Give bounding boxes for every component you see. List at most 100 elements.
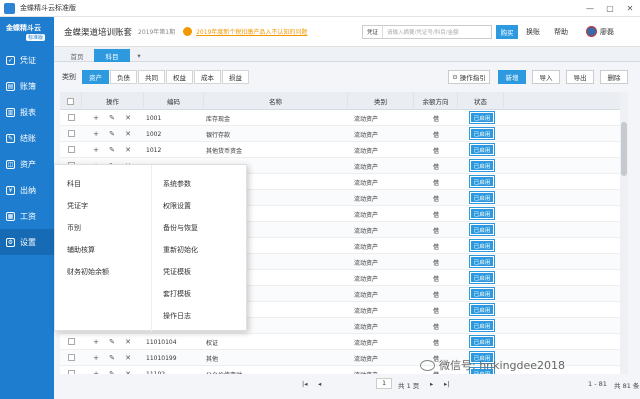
delete-icon[interactable]: ✕ xyxy=(122,350,134,366)
status-badge[interactable]: 已启用 xyxy=(469,143,495,156)
maximize-icon[interactable]: ▢ xyxy=(600,0,620,17)
close-icon[interactable]: ✕ xyxy=(620,0,640,17)
help-link[interactable]: 帮助 xyxy=(554,25,568,39)
scrollbar-thumb[interactable] xyxy=(621,122,627,176)
switch-account-link[interactable]: 换账 xyxy=(526,25,540,39)
status-badge[interactable]: 已启用 xyxy=(469,159,495,172)
menu-item-right-6[interactable]: 操作日志 xyxy=(163,311,191,321)
menu-item-left-0[interactable]: 科目 xyxy=(67,179,81,189)
status-badge[interactable]: 已启用 xyxy=(469,255,495,268)
menu-item-right-3[interactable]: 重新初始化 xyxy=(163,245,198,255)
status-badge[interactable]: 已启用 xyxy=(469,175,495,188)
edit-icon[interactable]: ✎ xyxy=(106,142,118,158)
menu-item-left-4[interactable]: 财务初始余额 xyxy=(67,267,109,277)
menu-item-right-4[interactable]: 凭证模板 xyxy=(163,267,191,277)
add-button[interactable]: 新增 xyxy=(498,70,526,84)
period-select[interactable]: 2019年第1期 xyxy=(138,27,175,36)
company-name[interactable]: 金蝶渠道培训账套 xyxy=(64,26,132,38)
delete-icon[interactable]: ✕ xyxy=(122,366,134,374)
first-page-icon[interactable]: |◂ xyxy=(302,380,307,388)
sidebar-item-asset[interactable]: ◫ 资产 xyxy=(0,151,54,177)
status-badge[interactable]: 已启用 xyxy=(469,127,495,140)
menu-item-left-2[interactable]: 币别 xyxy=(67,223,81,233)
col-header-code[interactable]: 编码 xyxy=(144,92,204,110)
menu-item-right-1[interactable]: 权限设置 xyxy=(163,201,191,211)
next-page-icon[interactable]: ▸ xyxy=(430,380,433,388)
status-badge[interactable]: 已启用 xyxy=(469,335,495,348)
col-header-direction[interactable]: 余额方向 xyxy=(414,92,458,110)
menu-item-left-3[interactable]: 辅助核算 xyxy=(67,245,95,255)
category-tab-1[interactable]: 负债 xyxy=(110,70,137,84)
row-checkbox[interactable] xyxy=(68,130,75,137)
edit-icon[interactable]: ✎ xyxy=(106,366,118,374)
status-badge[interactable]: 已启用 xyxy=(469,271,495,284)
sidebar-item-close-account[interactable]: ✎ 结账 xyxy=(0,125,54,151)
tabs-dropdown-icon[interactable]: ▾ xyxy=(134,49,144,62)
page-input[interactable]: 1 xyxy=(376,378,392,389)
user-name[interactable]: 廖磊 xyxy=(600,25,614,39)
row-checkbox[interactable] xyxy=(68,354,75,361)
category-tab-4[interactable]: 成本 xyxy=(194,70,221,84)
prev-page-icon[interactable]: ◂ xyxy=(318,380,321,388)
table-row[interactable]: + ✎ ✕ 1001 库存现金 流动资产 借 已启用 xyxy=(60,110,620,126)
add-row-icon[interactable]: + xyxy=(90,110,102,126)
edit-icon[interactable]: ✎ xyxy=(106,126,118,142)
sidebar-item-voucher[interactable]: ✓ 凭证 xyxy=(0,47,54,73)
avatar[interactable] xyxy=(586,26,597,37)
col-header-name[interactable]: 名称 xyxy=(204,92,348,110)
category-tab-2[interactable]: 共同 xyxy=(138,70,165,84)
status-badge[interactable]: 已启用 xyxy=(469,239,495,252)
delete-icon[interactable]: ✕ xyxy=(122,142,134,158)
notice-link[interactable]: 2019年度新个税扣缴产品入不认知的问题 xyxy=(196,27,307,36)
edit-icon[interactable]: ✎ xyxy=(106,334,118,350)
sidebar-item-ledger[interactable]: ▤ 账簿 xyxy=(0,73,54,99)
sidebar-item-cashier[interactable]: ¥ 出纳 xyxy=(0,177,54,203)
sidebar-item-salary[interactable]: ▦ 工资 xyxy=(0,203,54,229)
delete-button[interactable]: 删除 xyxy=(600,70,628,84)
menu-item-left-1[interactable]: 凭证字 xyxy=(67,201,88,211)
search-input[interactable]: 请输入摘要/凭证号/科目/金额 xyxy=(383,28,459,36)
sidebar-item-report[interactable]: ▥ 报表 xyxy=(0,99,54,125)
delete-icon[interactable]: ✕ xyxy=(122,334,134,350)
delete-icon[interactable]: ✕ xyxy=(122,126,134,142)
search-type-select[interactable]: 凭证 xyxy=(363,26,384,38)
status-badge[interactable]: 已启用 xyxy=(469,319,495,332)
menu-item-right-0[interactable]: 系统参数 xyxy=(163,179,191,189)
category-tab-0[interactable]: 资产 xyxy=(82,70,109,84)
select-all-checkbox[interactable] xyxy=(67,97,74,105)
add-row-icon[interactable]: + xyxy=(90,142,102,158)
category-tab-3[interactable]: 权益 xyxy=(166,70,193,84)
row-checkbox[interactable] xyxy=(68,338,75,345)
tab-home[interactable]: 首页 xyxy=(62,49,92,62)
status-badge[interactable]: 已启用 xyxy=(469,223,495,236)
sidebar-item-gear[interactable]: ⚙ 设置 xyxy=(0,229,54,255)
add-row-icon[interactable]: + xyxy=(90,350,102,366)
guide-button[interactable]: ⊙ 操作指引 xyxy=(448,70,490,84)
minimize-icon[interactable]: — xyxy=(580,0,600,17)
tab-subjects[interactable]: 科目 xyxy=(94,49,130,62)
import-button[interactable]: 导入 xyxy=(532,70,560,84)
add-row-icon[interactable]: + xyxy=(90,366,102,374)
search-box[interactable]: 凭证 请输入摘要/凭证号/科目/金额 xyxy=(362,25,492,39)
status-badge[interactable]: 已启用 xyxy=(469,287,495,300)
category-tab-5[interactable]: 损益 xyxy=(222,70,249,84)
table-row[interactable]: + ✎ ✕ 11010104 权证 流动资产 借 已启用 xyxy=(60,334,620,350)
delete-icon[interactable]: ✕ xyxy=(122,110,134,126)
vertical-scrollbar[interactable] xyxy=(620,92,628,374)
edit-icon[interactable]: ✎ xyxy=(106,110,118,126)
menu-item-right-2[interactable]: 备份与恢复 xyxy=(163,223,198,233)
menu-item-right-5[interactable]: 套打模板 xyxy=(163,289,191,299)
add-row-icon[interactable]: + xyxy=(90,126,102,142)
status-badge[interactable]: 已启用 xyxy=(469,111,495,124)
buy-button[interactable]: 购买 xyxy=(496,25,518,39)
col-header-status[interactable]: 状态 xyxy=(458,92,504,110)
status-badge[interactable]: 已启用 xyxy=(469,303,495,316)
status-badge[interactable]: 已启用 xyxy=(469,207,495,220)
table-row[interactable]: + ✎ ✕ 1002 银行存款 流动资产 借 已启用 xyxy=(60,126,620,142)
last-page-icon[interactable]: ▸| xyxy=(444,380,449,388)
row-checkbox[interactable] xyxy=(68,114,75,121)
status-badge[interactable]: 已启用 xyxy=(469,191,495,204)
table-row[interactable]: + ✎ ✕ 1012 其他货币资金 流动资产 借 已启用 xyxy=(60,142,620,158)
edit-icon[interactable]: ✎ xyxy=(106,350,118,366)
col-header-type[interactable]: 类别 xyxy=(348,92,414,110)
